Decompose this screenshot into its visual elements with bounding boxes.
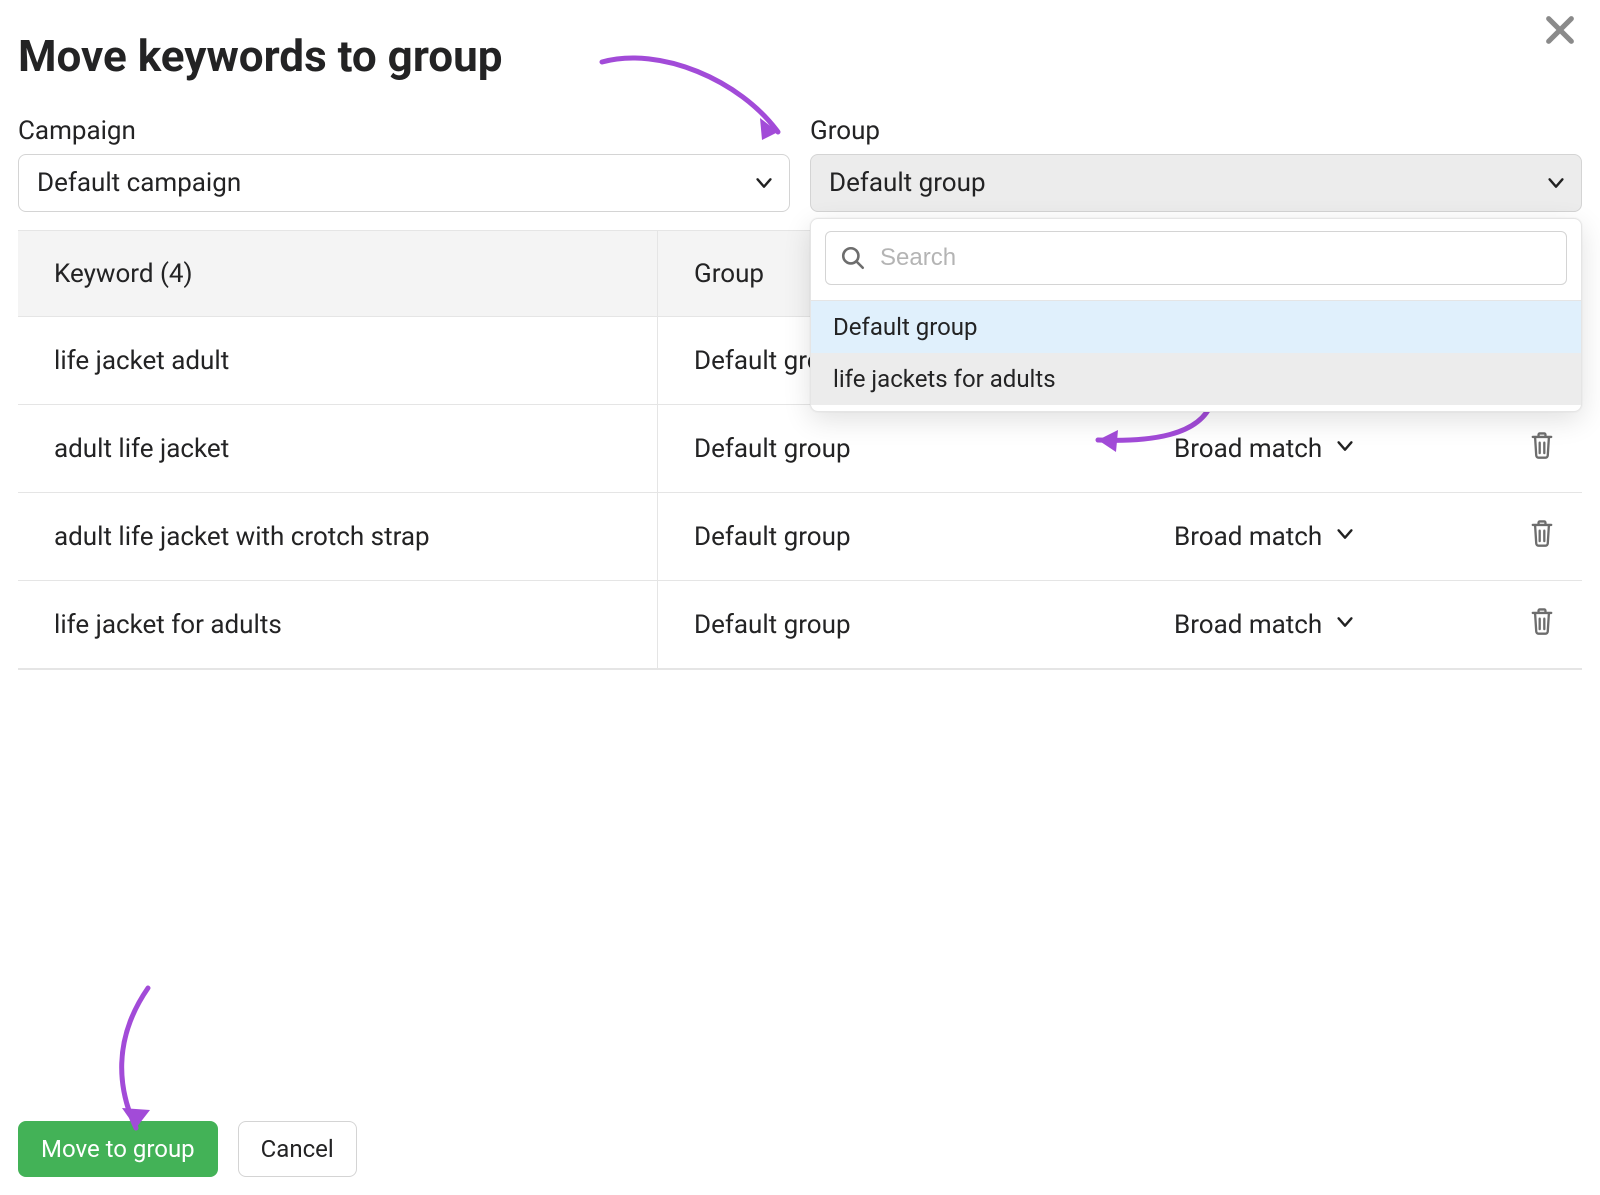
cell-match-type: Broad match [1138,405,1502,492]
match-type-selector[interactable]: Broad match [1174,434,1356,464]
cell-actions [1502,581,1582,668]
col-header-keyword: Keyword (4) [18,231,658,316]
group-label: Group [810,116,1582,146]
dialog-title: Move keywords to group [18,30,1582,82]
group-search-wrapper [825,231,1567,285]
cell-group: Default group [658,581,1138,668]
match-type-selector[interactable]: Broad match [1174,610,1356,640]
campaign-field: Campaign Default campaign [18,116,790,212]
campaign-label: Campaign [18,116,790,146]
cell-keyword: adult life jacket with crotch strap [18,493,658,580]
trash-icon [1528,430,1556,467]
group-dropdown-panel: Default grouplife jackets for adults [810,218,1582,412]
close-button[interactable] [1540,10,1580,50]
chevron-down-icon [1334,522,1356,552]
cell-keyword: life jacket adult [18,317,658,404]
group-field: Group Default group Default grouplife ja… [810,116,1582,212]
table-row: life jacket for adultsDefault group Broad… [18,581,1582,669]
cell-keyword: adult life jacket [18,405,658,492]
group-search-input[interactable] [878,243,1552,273]
cell-actions [1502,493,1582,580]
cancel-button[interactable]: Cancel [238,1121,357,1177]
delete-row-button[interactable] [1528,430,1556,467]
chevron-down-icon [1334,434,1356,464]
chevron-down-icon [1334,610,1356,640]
trash-icon [1528,606,1556,643]
trash-icon [1528,518,1556,555]
group-option[interactable]: life jackets for adults [811,353,1581,405]
dialog-footer: Move to group Cancel [18,1121,357,1177]
cell-match-type: Broad match [1138,581,1502,668]
match-type-label: Broad match [1174,610,1322,640]
campaign-select-value: Default campaign [37,168,241,198]
table-row: adult life jacket with crotch strapDefau… [18,493,1582,581]
search-icon [840,245,866,271]
group-select-value: Default group [829,168,986,198]
table-row: adult life jacketDefault group Broad matc… [18,405,1582,493]
match-type-label: Broad match [1174,522,1322,552]
cell-group: Default group [658,405,1138,492]
cell-keyword: life jacket for adults [18,581,658,668]
match-type-selector[interactable]: Broad match [1174,522,1356,552]
campaign-select[interactable]: Default campaign [18,154,790,212]
match-type-label: Broad match [1174,434,1322,464]
delete-row-button[interactable] [1528,606,1556,643]
group-option[interactable]: Default group [811,301,1581,353]
cell-match-type: Broad match [1138,493,1502,580]
chevron-down-icon [1545,172,1567,194]
delete-row-button[interactable] [1528,518,1556,555]
cell-actions [1502,405,1582,492]
move-to-group-button[interactable]: Move to group [18,1121,218,1177]
chevron-down-icon [753,172,775,194]
close-icon [1543,13,1577,47]
cell-group: Default group [658,493,1138,580]
group-select[interactable]: Default group [810,154,1582,212]
